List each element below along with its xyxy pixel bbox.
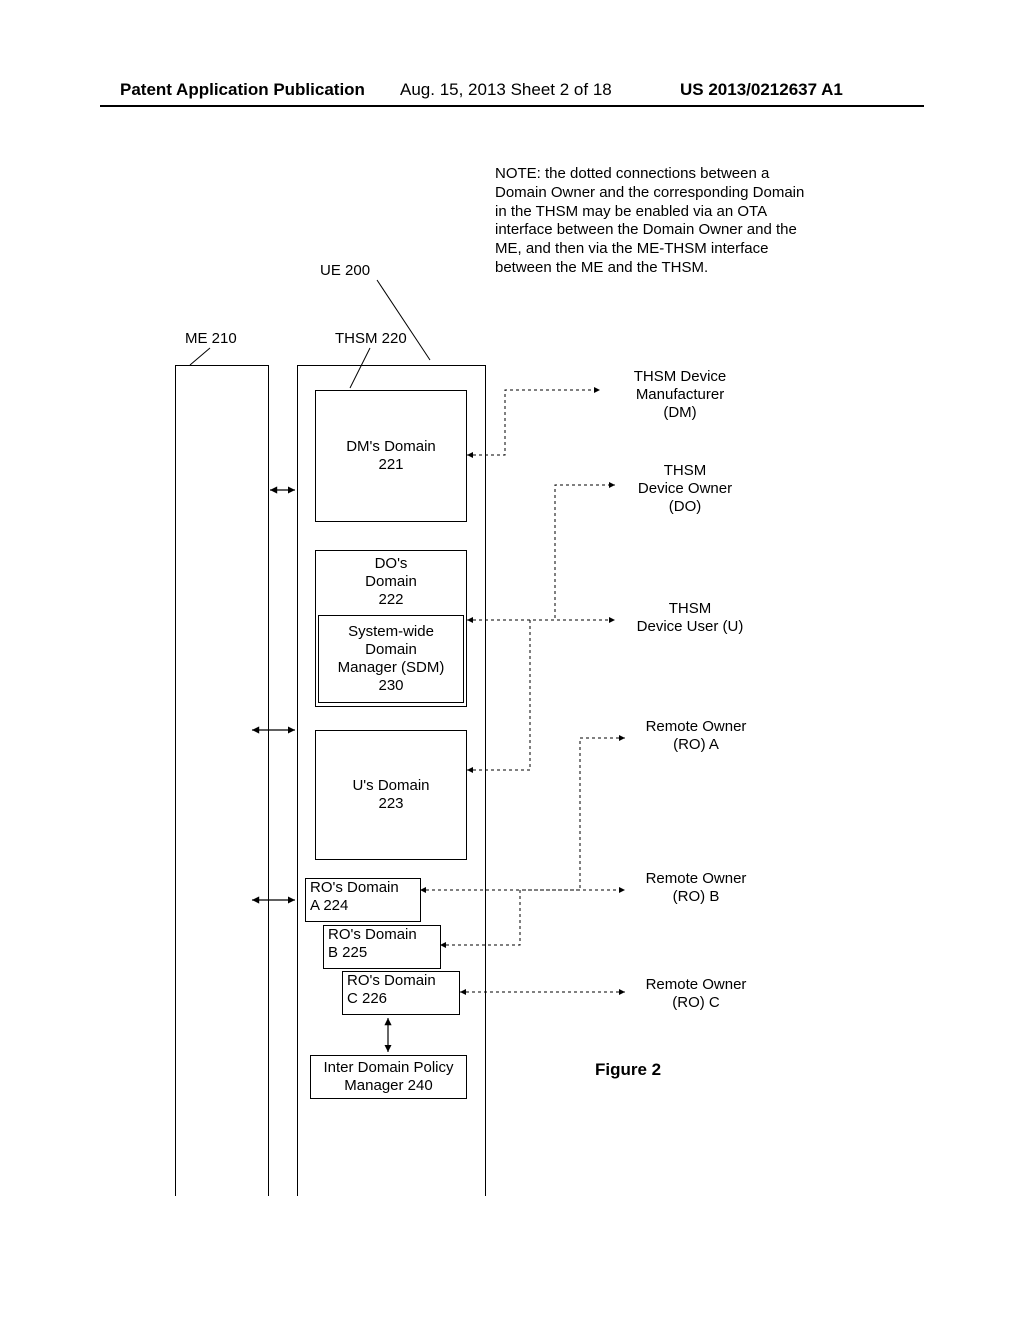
owner-ro-a-l2: (RO) A bbox=[631, 736, 761, 754]
me-label: ME 210 bbox=[185, 330, 237, 348]
do-domain-l2: Domain bbox=[316, 573, 466, 591]
u-domain-l1: U's Domain bbox=[316, 777, 466, 795]
owner-dm-l3: (DM) bbox=[620, 404, 740, 422]
owner-u-l2: Device User (U) bbox=[620, 618, 760, 636]
owner-ro-a: Remote Owner (RO) A bbox=[631, 718, 761, 754]
owner-ro-a-l1: Remote Owner bbox=[631, 718, 761, 736]
ro-c-l2: C 226 bbox=[347, 990, 459, 1008]
ro-b-l2: B 225 bbox=[328, 944, 440, 962]
do-domain-l3: 222 bbox=[316, 591, 466, 609]
u-domain-box: U's Domain 223 bbox=[315, 730, 467, 860]
owner-dm: THSM Device Manufacturer (DM) bbox=[620, 368, 740, 422]
dm-domain-l1: DM's Domain bbox=[316, 438, 466, 456]
sdm-l4: 230 bbox=[319, 677, 463, 695]
owner-do-l3: (DO) bbox=[620, 498, 750, 516]
ro-c-box: RO's Domain C 226 bbox=[342, 971, 460, 1015]
figure-2-diagram: NOTE: the dotted connections between a D… bbox=[100, 130, 924, 1250]
owner-dm-l2: Manufacturer bbox=[620, 386, 740, 404]
sdm-l3: Manager (SDM) bbox=[319, 659, 463, 677]
header-rule bbox=[100, 105, 924, 107]
ue-label: UE 200 bbox=[320, 262, 370, 280]
figure-caption: Figure 2 bbox=[595, 1060, 661, 1080]
owner-ro-c-l1: Remote Owner bbox=[631, 976, 761, 994]
do-domain-l1: DO's bbox=[316, 555, 466, 573]
ro-a-l1: RO's Domain bbox=[310, 879, 420, 897]
owner-ro-b-l2: (RO) B bbox=[631, 888, 761, 906]
me-box bbox=[175, 365, 269, 1196]
owner-ro-c: Remote Owner (RO) C bbox=[631, 976, 761, 1012]
header-left: Patent Application Publication bbox=[120, 80, 365, 100]
owner-do: THSM Device Owner (DO) bbox=[620, 462, 750, 516]
ro-a-box: RO's Domain A 224 bbox=[305, 878, 421, 922]
sdm-l2: Domain bbox=[319, 641, 463, 659]
owner-u: THSM Device User (U) bbox=[620, 600, 760, 636]
dm-domain-box: DM's Domain 221 bbox=[315, 390, 467, 522]
ro-b-l1: RO's Domain bbox=[328, 926, 440, 944]
ro-a-l2: A 224 bbox=[310, 897, 420, 915]
ro-c-l1: RO's Domain bbox=[347, 972, 459, 990]
sdm-l1: System-wide bbox=[319, 623, 463, 641]
owner-ro-c-l2: (RO) C bbox=[631, 994, 761, 1012]
owner-u-l1: THSM bbox=[620, 600, 760, 618]
owner-ro-b-l1: Remote Owner bbox=[631, 870, 761, 888]
owner-do-l1: THSM bbox=[620, 462, 750, 480]
u-domain-l2: 223 bbox=[316, 795, 466, 813]
header-right: US 2013/0212637 A1 bbox=[680, 80, 843, 100]
ro-b-box: RO's Domain B 225 bbox=[323, 925, 441, 969]
header-center: Aug. 15, 2013 Sheet 2 of 18 bbox=[400, 80, 612, 100]
owner-dm-l1: THSM Device bbox=[620, 368, 740, 386]
owner-ro-b: Remote Owner (RO) B bbox=[631, 870, 761, 906]
owner-do-l2: Device Owner bbox=[620, 480, 750, 498]
sdm-box: System-wide Domain Manager (SDM) 230 bbox=[318, 615, 464, 703]
idpm-box: Inter Domain Policy Manager 240 bbox=[310, 1055, 467, 1099]
idpm-l1: Inter Domain Policy bbox=[311, 1059, 466, 1077]
idpm-l2: Manager 240 bbox=[311, 1077, 466, 1095]
note-text: NOTE: the dotted connections between a D… bbox=[495, 165, 805, 278]
thsm-label: THSM 220 bbox=[335, 330, 407, 348]
dm-domain-l2: 221 bbox=[316, 456, 466, 474]
